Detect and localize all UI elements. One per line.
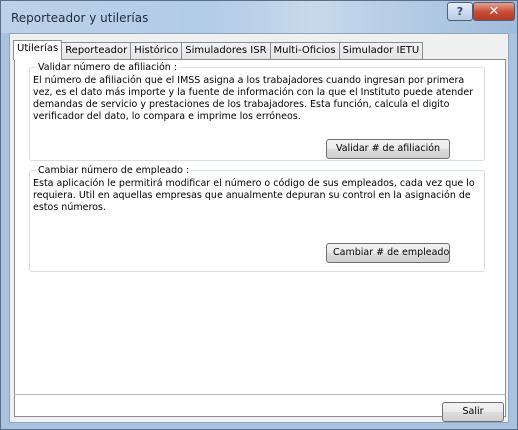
help-button[interactable]: ?	[447, 2, 473, 21]
afiliacion-description: El número de afiliación que el IMSS asig…	[33, 75, 474, 122]
empleado-group-title: Cambiar número de empleado :	[36, 165, 192, 177]
tab-historico[interactable]: Histórico	[130, 42, 183, 59]
tab-panel-utilerias: Validar número de afiliación : El número…	[14, 59, 506, 417]
afiliacion-group: Validar número de afiliación : El número…	[29, 62, 485, 161]
dialog-window: Reporteador y utilerías ? ✕ Utilerías Re…	[0, 0, 518, 430]
afiliacion-group-title: Validar número de afiliación :	[36, 62, 180, 74]
footer-divider	[14, 394, 506, 395]
validar-afiliacion-button[interactable]: Validar # de afiliación	[326, 139, 450, 159]
title-bar[interactable]: Reporteador y utilerías ? ✕	[1, 1, 517, 33]
help-icon: ?	[456, 5, 464, 18]
close-button[interactable]: ✕	[473, 2, 515, 21]
close-icon: ✕	[488, 4, 500, 19]
panel-content: Validar número de afiliación : El número…	[21, 62, 491, 380]
tab-simuladores-isr[interactable]: Simuladores ISR	[181, 42, 271, 59]
empleado-group: Cambiar número de empleado : Esta aplica…	[29, 165, 485, 272]
empleado-description: Esta aplicación le permitirá modificar e…	[33, 178, 475, 213]
tab-strip: Utilerías Reporteador Histórico Simulado…	[13, 40, 424, 60]
salir-button[interactable]: Salir	[442, 402, 504, 422]
dialog-client-area: Utilerías Reporteador Histórico Simulado…	[9, 33, 509, 423]
tab-utilerias[interactable]: Utilerías	[13, 40, 63, 60]
tab-reporteador[interactable]: Reporteador	[61, 42, 132, 59]
tab-simulador-ietu[interactable]: Simulador IETU	[338, 42, 424, 59]
tab-multi-oficios[interactable]: Multi-Oficios	[269, 42, 340, 59]
cambiar-empleado-button[interactable]: Cambiar # de empleado	[326, 243, 450, 263]
window-title: Reporteador y utilerías	[11, 11, 149, 25]
